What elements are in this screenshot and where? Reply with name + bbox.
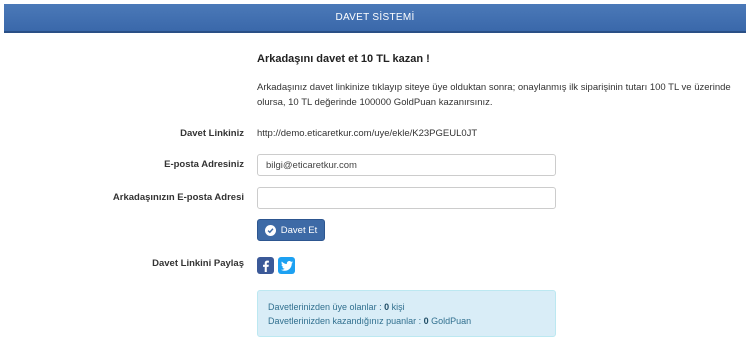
members-stat-prefix: Davetlerinizden üye olanlar : xyxy=(268,302,382,312)
invite-heading: Arkadaşını davet et 10 TL kazan ! xyxy=(257,53,430,65)
share-label: Davet Linkini Paylaş xyxy=(152,258,244,269)
page-header: DAVET SİSTEMİ xyxy=(4,4,746,33)
invite-button-label: Davet Et xyxy=(280,224,318,236)
invite-link-value: http://demo.eticaretkur.com/uye/ekle/K23… xyxy=(257,128,478,139)
points-stat-prefix: Davetlerinizden kazandığınız puanlar : xyxy=(268,316,422,326)
facebook-icon xyxy=(263,260,269,272)
friend-email-field[interactable] xyxy=(257,187,556,209)
header-title: DAVET SİSTEMİ xyxy=(335,12,415,23)
members-stat: Davetlerinizden üye olanlar : 0 kişi xyxy=(268,300,545,314)
check-circle-icon xyxy=(264,224,276,236)
facebook-share-button[interactable] xyxy=(257,257,274,274)
points-stat: Davetlerinizden kazandığınız puanlar : 0… xyxy=(268,314,545,328)
twitter-share-button[interactable] xyxy=(278,257,295,274)
members-stat-suffix: kişi xyxy=(391,302,405,312)
email-label: E-posta Adresiniz xyxy=(164,159,244,170)
invite-stats-box: Davetlerinizden üye olanlar : 0 kişi Dav… xyxy=(257,290,556,337)
points-stat-suffix: GoldPuan xyxy=(431,316,472,326)
friend-email-label: Arkadaşınızın E-posta Adresi xyxy=(112,192,244,203)
invite-description: Arkadaşınız davet linkinize tıklayıp sit… xyxy=(257,82,731,108)
points-count: 0 xyxy=(423,316,429,326)
invite-button[interactable]: Davet Et xyxy=(257,219,325,241)
twitter-icon xyxy=(280,260,293,271)
invite-link-label: Davet Linkiniz xyxy=(180,128,244,139)
email-field[interactable] xyxy=(257,154,556,176)
members-count: 0 xyxy=(384,302,390,312)
